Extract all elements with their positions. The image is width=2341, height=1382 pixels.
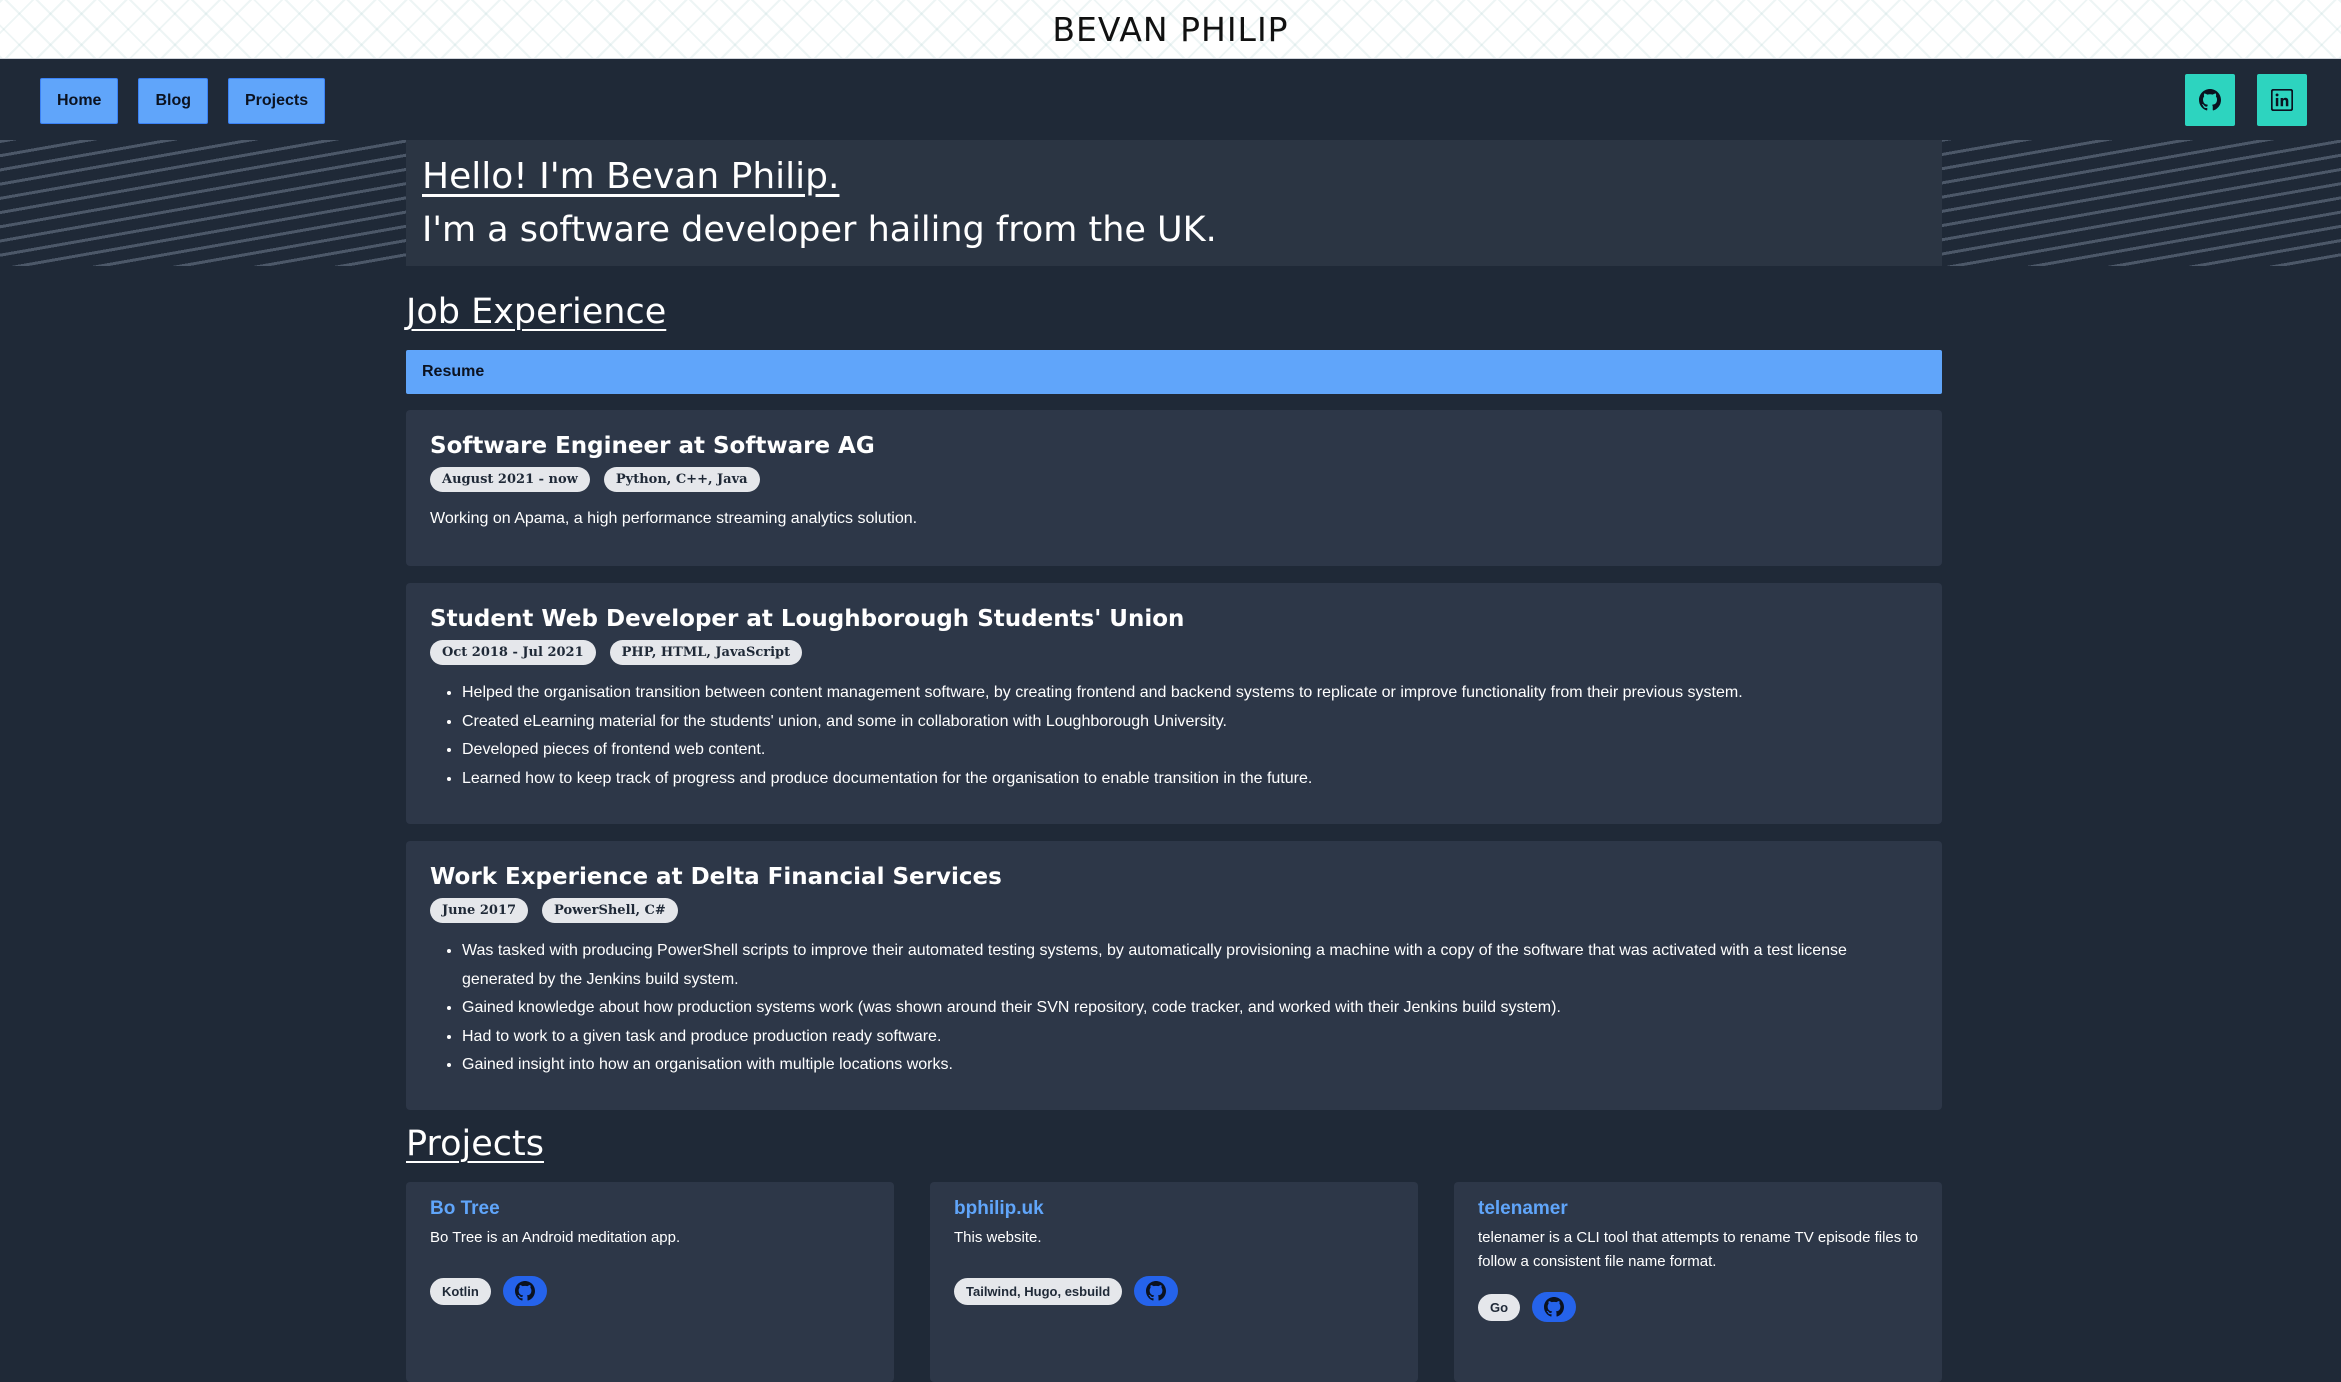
job-title: Software Engineer at Software AG <box>430 433 875 459</box>
hero-content: Hello! I'm Bevan Philip. I'm a software … <box>406 140 1942 266</box>
job-description: Working on Apama, a high performance str… <box>430 510 918 528</box>
github-link-button[interactable] <box>2185 74 2235 126</box>
social-links <box>2185 74 2307 126</box>
github-icon <box>2199 89 2221 111</box>
job-bullets: Helped the organisation transition betwe… <box>430 679 1918 793</box>
project-tech-tag: Go <box>1478 1293 1521 1321</box>
job-date-tag: August 2021 - now <box>430 467 590 493</box>
nav-projects-button[interactable]: Projects <box>228 78 326 124</box>
project-tech-tag: Kotlin <box>430 1277 491 1305</box>
job-bullet: Was tasked with producing PowerShell scr… <box>462 937 1918 994</box>
job-date-tag: Oct 2018 - Jul 2021 <box>430 640 596 666</box>
project-card: Bo Tree Bo Tree is an Android meditation… <box>406 1182 894 1382</box>
github-icon <box>1146 1281 1167 1301</box>
project-title-link[interactable]: telenamer <box>1478 1198 1918 1220</box>
github-icon <box>1544 1297 1565 1317</box>
job-bullet: Had to work to a given task and produce … <box>462 1023 1918 1052</box>
site-header: BEVAN PHILIP <box>0 0 2341 59</box>
project-description: Bo Tree is an Android meditation app. <box>430 1229 681 1246</box>
job-card: Student Web Developer at Loughborough St… <box>406 583 1942 824</box>
nav-home-button[interactable]: Home <box>40 78 119 124</box>
project-github-link[interactable] <box>1532 1292 1577 1322</box>
project-card: bphilip.uk This website. Tailwind, Hugo,… <box>930 1182 1418 1382</box>
site-title: BEVAN PHILIP <box>1052 9 1289 49</box>
resume-button[interactable]: Resume <box>406 350 1942 394</box>
job-bullets: Was tasked with producing PowerShell scr… <box>430 937 1918 1080</box>
projects-heading: Projects <box>406 1124 544 1164</box>
job-tech-tag: Python, C++, Java <box>603 467 760 493</box>
job-bullet: Helped the organisation transition betwe… <box>462 679 1918 708</box>
project-tech-tag: Tailwind, Hugo, esbuild <box>954 1277 1123 1305</box>
job-bullet: Gained knowledge about how production sy… <box>462 994 1918 1023</box>
job-tech-tag: PowerShell, C# <box>542 898 678 924</box>
main-nav: Home Blog Projects <box>40 78 326 124</box>
job-bullet: Gained insight into how an organisation … <box>462 1051 1918 1080</box>
job-card: Software Engineer at Software AG August … <box>406 410 1942 566</box>
job-bullet: Learned how to keep track of progress an… <box>462 765 1918 794</box>
hero-tagline: I'm a software developer hailing from th… <box>422 210 1217 250</box>
project-github-link[interactable] <box>502 1276 547 1306</box>
project-description: telenamer is a CLI tool that attempts to… <box>1478 1229 1918 1270</box>
project-github-link[interactable] <box>1134 1276 1179 1306</box>
linkedin-icon <box>2271 89 2293 111</box>
project-card: telenamer telenamer is a CLI tool that a… <box>1454 1182 1942 1382</box>
project-title-link[interactable]: bphilip.uk <box>954 1198 1394 1220</box>
project-title-link[interactable]: Bo Tree <box>430 1198 870 1220</box>
hero-greeting: Hello! I'm Bevan Philip. <box>422 156 840 197</box>
linkedin-link-button[interactable] <box>2257 74 2307 126</box>
job-card: Work Experience at Delta Financial Servi… <box>406 841 1942 1110</box>
job-bullet: Developed pieces of frontend web content… <box>462 736 1918 765</box>
hero-banner: Hello! I'm Bevan Philip. I'm a software … <box>0 140 2341 266</box>
job-bullet: Created eLearning material for the stude… <box>462 708 1918 737</box>
github-icon <box>514 1281 535 1301</box>
job-tech-tag: PHP, HTML, JavaScript <box>609 640 803 666</box>
nav-blog-button[interactable]: Blog <box>138 78 208 124</box>
job-date-tag: June 2017 <box>430 898 529 924</box>
project-description: This website. <box>954 1229 1042 1246</box>
job-title: Student Web Developer at Loughborough St… <box>430 606 1185 632</box>
job-experience-heading: Job Experience <box>406 292 667 332</box>
job-title: Work Experience at Delta Financial Servi… <box>430 864 1002 890</box>
